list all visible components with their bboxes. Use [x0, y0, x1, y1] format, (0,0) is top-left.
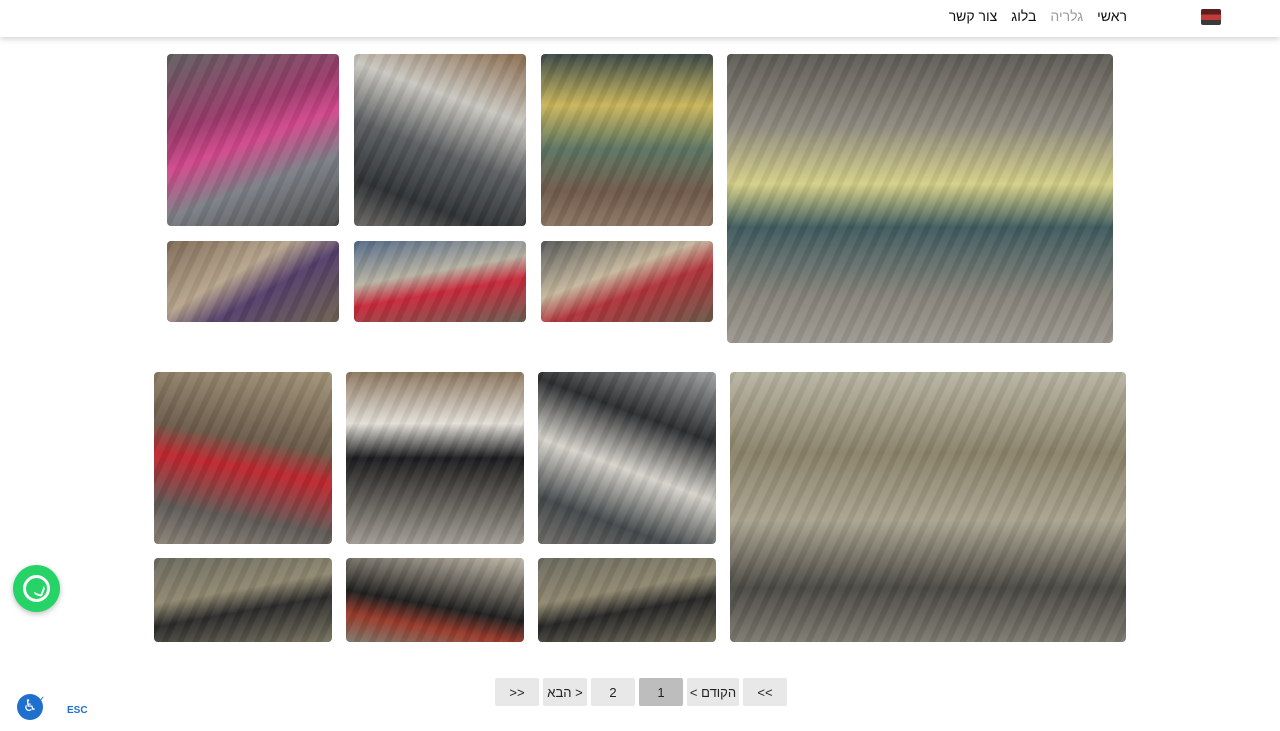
whatsapp-button[interactable] [13, 565, 60, 612]
gallery-photo-large[interactable] [727, 54, 1113, 343]
gallery-photo[interactable] [167, 241, 339, 322]
esc-label[interactable]: ESC [67, 705, 88, 716]
last-page-button[interactable]: >> [495, 678, 539, 706]
top-navbar: ראשי גלריה בלוג צור קשר [0, 0, 1280, 37]
gallery-photo-large[interactable] [730, 372, 1126, 642]
nav-item-contact[interactable]: צור קשר [949, 7, 998, 25]
page-button-2[interactable]: 2 [591, 678, 635, 706]
page-button-1[interactable]: 1 [639, 678, 683, 706]
gallery-photo[interactable] [346, 558, 524, 642]
nav-item-blog[interactable]: בלוג [1011, 7, 1036, 25]
gallery-photo[interactable] [167, 54, 339, 226]
main-nav: ראשי גלריה בלוג צור קשר [949, 7, 1127, 25]
gallery-photo[interactable] [538, 558, 716, 642]
next-page-button[interactable]: הבא > [543, 678, 587, 706]
gallery-photo[interactable] [354, 241, 526, 322]
gallery-photo[interactable] [154, 558, 332, 642]
gallery-photo[interactable] [541, 54, 713, 226]
first-page-button[interactable]: << [743, 678, 787, 706]
gallery-photo[interactable] [538, 372, 716, 544]
accessibility-button[interactable]: ♿ ✓ [17, 694, 47, 722]
whatsapp-icon [23, 575, 50, 602]
pagination: >> הבא > 2 1 < הקודם << [495, 678, 787, 706]
gallery-photo[interactable] [346, 372, 524, 544]
check-icon: ✓ [37, 695, 46, 706]
nav-item-home[interactable]: ראשי [1097, 7, 1127, 25]
gallery-photo[interactable] [154, 372, 332, 544]
nav-item-gallery[interactable]: גלריה [1050, 7, 1083, 25]
gallery-photo[interactable] [541, 241, 713, 322]
prev-page-button[interactable]: < הקודם [687, 678, 739, 706]
site-logo-icon[interactable] [1201, 9, 1221, 25]
gallery-photo[interactable] [354, 54, 526, 226]
